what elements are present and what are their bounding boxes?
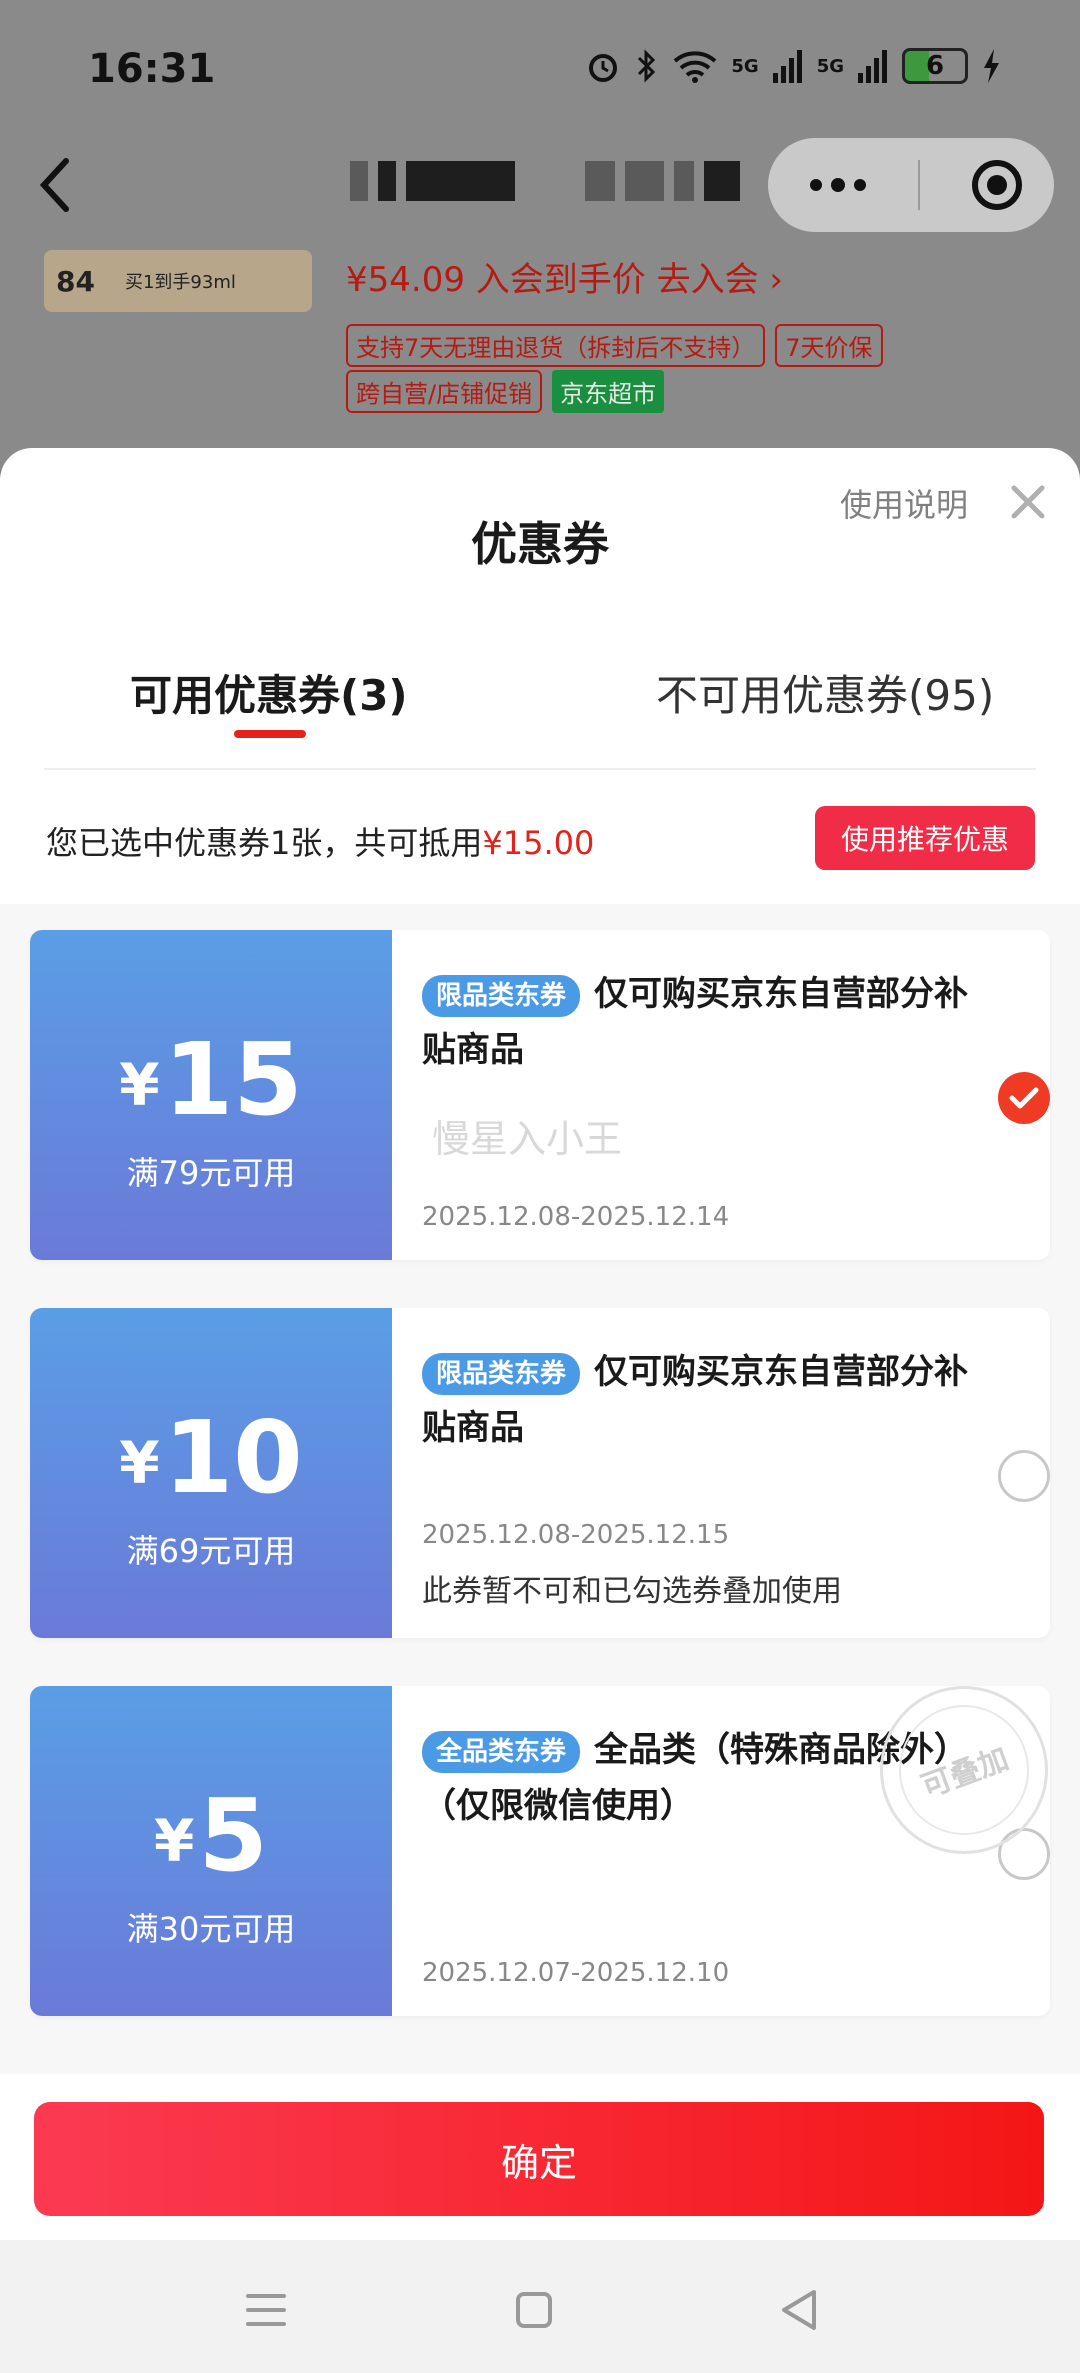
coupon-sheet: 使用说明 优惠券 可用优惠券(3) 不可用优惠券(95) 您已选中优惠券1张，共… [0,448,1080,2248]
chevron-left-icon [40,158,69,212]
member-price-link[interactable]: ¥54.09 入会到手价 去入会 › [346,252,783,301]
coupon-description: 限品类东券 仅可购买京东自营部分补贴商品 [422,966,982,1078]
coupon-info: 限品类东券 仅可购买京东自营部分补贴商品 慢星入小王 2025.12.08-202… [392,930,1050,1260]
currency-symbol: ¥ [154,1807,195,1875]
currency-symbol: ¥ [119,1429,160,1497]
thumb-tag: 买1到手93ml [124,272,236,293]
promo-tag: 跨自营/店铺促销 [346,370,543,413]
promo-tags-row: 跨自营/店铺促销 京东超市 [346,370,665,413]
coupon-validity: 2025.12.07-2025.12.10 [422,1958,730,1988]
watermark-text: 慢星入小王 [432,1117,623,1161]
coupon-amount-panel: ¥10 满69元可用 [30,1308,392,1638]
background-product-page: 16:31 5G 5G 6 84 买1到手93ml ¥54.09 入会到手价 去… [0,0,1080,470]
divider [44,768,1036,770]
network-label-2: 5G [816,55,844,77]
coupon-type-badge: 限品类东券 [422,1352,581,1395]
more-icon[interactable] [808,177,868,193]
close-mini-program-icon[interactable] [970,158,1024,212]
status-time: 16:31 [88,46,216,92]
summary-amount: ¥15.00 [482,824,595,862]
supermarket-tag: 京东超市 [552,370,665,413]
menu-icon[interactable] [236,2280,296,2340]
signal-icon [772,50,802,83]
back-triangle-icon[interactable] [770,2280,830,2340]
coupon-value: 10 [163,1399,303,1516]
home-icon[interactable] [504,2280,564,2340]
coupon-note: 此券暂不可和已勾选券叠加使用 [422,1574,842,1609]
coupon-validity: 2025.12.08-2025.12.14 [422,1202,730,1232]
tab-unavailable[interactable]: 不可用优惠券(95) [656,662,994,723]
coupon-info: 限品类东券 仅可购买京东自营部分补贴商品 2025.12.08-2025.12.1… [392,1308,1050,1638]
coupon-card[interactable]: ¥10 满69元可用 限品类东券 仅可购买京东自营部分补贴商品 2025.12.0… [30,1308,1050,1638]
sheet-title: 优惠券 [471,517,609,571]
currency-symbol: ¥ [119,1051,160,1119]
service-tag: 7天价保 [775,324,883,367]
network-label-1: 5G [731,55,759,77]
coupon-condition: 满79元可用 [126,1154,296,1192]
check-icon [1009,1087,1039,1109]
coupon-tabs: 可用优惠券(3) 不可用优惠券(95) [0,662,1080,772]
coupon-condition: 满69元可用 [126,1532,296,1570]
coupon-amount: ¥10 [30,1408,392,1518]
coupon-value: 15 [163,1021,303,1138]
service-tags-row: 支持7天无理由退货（拆封后不支持） 7天价保 [346,324,883,367]
coupon-value: 5 [198,1777,268,1894]
wifi-icon [674,51,717,83]
use-recommended-button[interactable]: 使用推荐优惠 [815,806,1035,870]
selection-summary: 您已选中优惠券1张，共可抵用¥15.00 [46,818,594,864]
alarm-icon [589,54,618,82]
tab-available[interactable]: 可用优惠券(3) [130,662,408,723]
coupon-type-badge: 全品类东券 [422,1730,581,1773]
stackable-stamp: 可叠加 [880,1686,1048,1854]
coupon-card[interactable]: ¥15 满79元可用 限品类东券 仅可购买京东自营部分补贴商品 慢星入小王 202… [30,930,1050,1260]
coupon-description: 限品类东券 仅可购买京东自营部分补贴商品 [422,1344,982,1456]
coupon-validity: 2025.12.08-2025.12.15 [422,1520,730,1550]
capsule-divider [918,160,920,210]
confirm-button[interactable]: 确定 [34,2102,1044,2216]
coupon-card[interactable]: ¥5 满30元可用 全品类东券 全品类（特殊商品除外）（仅限微信使用） 2025.… [30,1686,1050,2016]
thumb-number: 84 [56,264,95,298]
active-tab-indicator [234,730,306,738]
system-navigation-bar [0,2240,1080,2373]
status-icons: 5G 5G 6 [585,48,1000,84]
service-tag: 支持7天无理由退货（拆封后不支持） [346,324,766,367]
mini-program-capsule [768,138,1054,232]
coupon-list: ¥15 满79元可用 限品类东券 仅可购买京东自营部分补贴商品 慢星入小王 202… [0,904,1080,2074]
signal-icon [858,50,887,83]
coupon-checkbox[interactable] [998,1450,1050,1502]
coupon-amount: ¥15 [30,1030,392,1140]
coupon-checkbox[interactable] [998,1072,1050,1124]
charging-icon [984,49,999,83]
coupon-amount-panel: ¥15 满79元可用 [30,930,392,1260]
coupon-amount: ¥5 [30,1786,392,1896]
status-bar: 16:31 5G 5G 6 [0,0,1080,140]
product-thumbnail: 84 买1到手93ml [44,250,312,312]
battery-icon: 6 [902,48,968,84]
bluetooth-icon [638,49,656,83]
summary-text: 您已选中优惠券1张，共可抵用 [46,824,483,862]
page-title-obscured [350,158,740,204]
coupon-type-badge: 限品类东券 [422,974,581,1017]
coupon-amount-panel: ¥5 满30元可用 [30,1686,392,2016]
coupon-condition: 满30元可用 [126,1910,296,1948]
stackable-stamp-text: 可叠加 [880,1686,1048,1854]
back-button[interactable] [30,150,80,220]
